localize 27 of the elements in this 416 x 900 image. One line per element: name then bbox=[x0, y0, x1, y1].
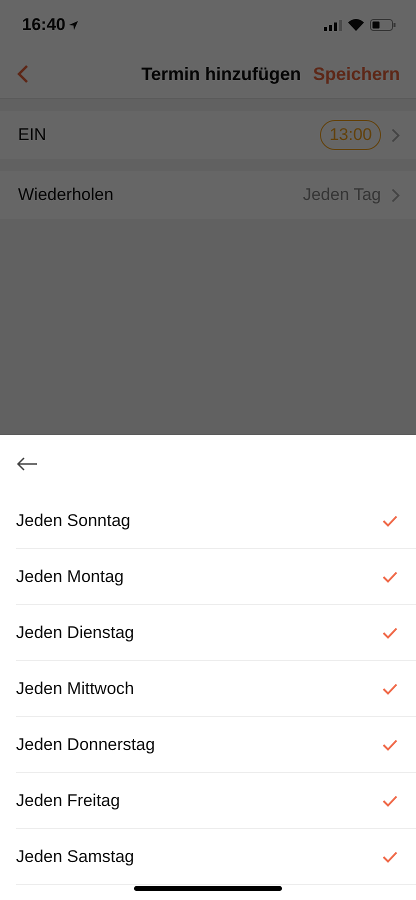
signal-icon bbox=[324, 20, 342, 30]
row-label: Wiederholen bbox=[18, 185, 114, 205]
option-item[interactable]: Jeden Mittwoch bbox=[16, 661, 416, 717]
option-item[interactable]: Jeden Samstag bbox=[16, 829, 416, 885]
location-icon bbox=[68, 20, 80, 30]
option-item[interactable]: Jeden Donnerstag bbox=[16, 717, 416, 773]
option-item[interactable]: Jeden Sonntag bbox=[16, 493, 416, 549]
option-label: Jeden Donnerstag bbox=[16, 734, 156, 754]
option-item[interactable]: Jeden Freitag bbox=[16, 773, 416, 829]
back-arrow-icon[interactable] bbox=[16, 457, 38, 471]
option-label: Jeden Samstag bbox=[16, 846, 136, 866]
screen-title: Termin hinzufügen bbox=[140, 64, 301, 84]
time-value: 13:00 bbox=[320, 120, 381, 150]
chevron-icon bbox=[391, 128, 400, 142]
option-item[interactable]: Jeden Montag bbox=[16, 549, 416, 605]
option-label: Jeden Sonntag bbox=[16, 510, 132, 530]
option-label: Jeden Dienstag bbox=[16, 622, 136, 642]
wifi-icon bbox=[348, 19, 364, 31]
option-label: Jeden Montag bbox=[16, 566, 125, 586]
option-item[interactable]: Jeden Dienstag bbox=[16, 605, 416, 661]
status-time: 16:40 bbox=[22, 15, 66, 35]
chevron-icon bbox=[391, 188, 400, 202]
option-label: Jeden Freitag bbox=[16, 790, 121, 810]
battery-icon bbox=[370, 19, 396, 31]
option-label: Jeden Mittwoch bbox=[16, 678, 136, 698]
settings-row[interactable]: EIN 13:00 bbox=[0, 111, 416, 159]
row-label: EIN bbox=[18, 125, 48, 145]
